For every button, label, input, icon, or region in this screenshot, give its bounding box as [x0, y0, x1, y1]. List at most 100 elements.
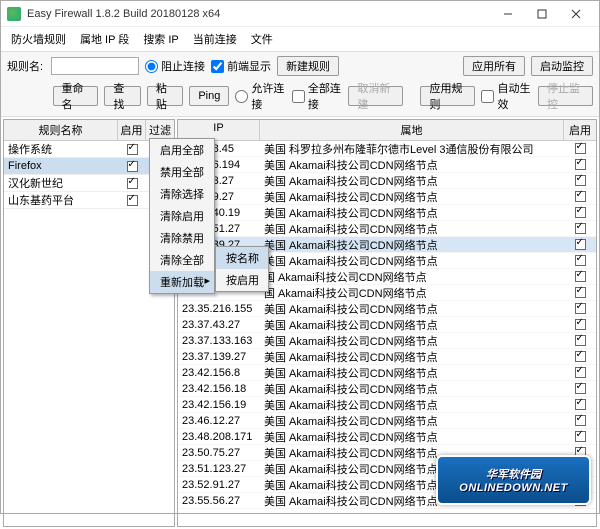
enable-checkbox[interactable] — [575, 255, 586, 266]
rename-button[interactable]: 重命名 — [53, 86, 99, 106]
ctx-item[interactable]: 清除选择 — [150, 183, 214, 205]
check-frontend[interactable]: 前端显示 — [211, 58, 271, 74]
radio-allow[interactable]: 允许连接 — [235, 80, 286, 112]
enable-checkbox[interactable] — [575, 175, 586, 186]
ctx-item[interactable]: 清除禁用 — [150, 227, 214, 249]
ctx-item[interactable]: 重新加载 — [150, 271, 214, 293]
ip-row[interactable]: 23.48.208.171 美国 Akamai科技公司CDN网络节点 — [178, 429, 596, 445]
enable-checkbox[interactable] — [575, 351, 586, 362]
enable-checkbox[interactable] — [127, 195, 138, 206]
ctx-item[interactable]: 清除启用 — [150, 205, 214, 227]
right-col-ip[interactable]: IP — [178, 120, 260, 140]
find-button[interactable]: 查找 — [104, 86, 141, 106]
enable-checkbox[interactable] — [575, 159, 586, 170]
ip-row[interactable]: 23.42.156.19 美国 Akamai科技公司CDN网络节点 — [178, 397, 596, 413]
ip-cell: 23.37.133.163 — [178, 335, 260, 347]
enable-checkbox[interactable] — [575, 143, 586, 154]
location-cell: 美国 Akamai科技公司CDN网络节点 — [260, 333, 564, 349]
new-rule-button[interactable]: 新建规则 — [277, 56, 339, 76]
enable-checkbox[interactable] — [575, 207, 586, 218]
ip-cell: 23.42.156.18 — [178, 383, 260, 395]
enable-checkbox[interactable] — [575, 399, 586, 410]
ip-cell: 23.48.208.171 — [178, 431, 260, 443]
enable-checkbox[interactable] — [575, 223, 586, 234]
enable-checkbox[interactable] — [575, 271, 586, 282]
left-col-filter[interactable]: 过滤 — [146, 120, 174, 140]
ip-cell: 23.52.91.27 — [178, 479, 260, 491]
start-monitor-button[interactable]: 启动监控 — [531, 56, 593, 76]
location-cell: 美国 科罗拉多州布隆菲尔德市Level 3通信股份有限公司 — [260, 141, 564, 157]
ip-row[interactable]: 23.3.96.194 美国 Akamai科技公司CDN网络节点 — [178, 157, 596, 173]
enable-checkbox[interactable] — [575, 303, 586, 314]
apply-all-button[interactable]: 应用所有 — [463, 56, 525, 76]
close-button[interactable] — [559, 3, 593, 25]
ip-row[interactable]: 8.7.198.45 美国 科罗拉多州布隆菲尔德市Level 3通信股份有限公司 — [178, 141, 596, 157]
location-cell: 美国 Akamai科技公司CDN网络节点 — [260, 221, 564, 237]
right-col-enable[interactable]: 启用 — [564, 120, 596, 140]
enable-checkbox[interactable] — [575, 191, 586, 202]
menu-file[interactable]: 文件 — [247, 29, 277, 49]
ip-row[interactable]: 23.4.240.19 美国 Akamai科技公司CDN网络节点 — [178, 205, 596, 221]
check-auto-effect[interactable]: 自动生效 — [481, 80, 532, 112]
ip-cell: 23.42.156.19 — [178, 399, 260, 411]
enable-checkbox[interactable] — [575, 367, 586, 378]
ip-row[interactable]: 23.37.43.27 美国 Akamai科技公司CDN网络节点 — [178, 317, 596, 333]
logo-line2: ONLINEDOWN.NET — [459, 482, 567, 494]
ip-row[interactable]: 23.37.139.27 美国 Akamai科技公司CDN网络节点 — [178, 349, 596, 365]
titlebar: Easy Firewall 1.8.2 Build 20180128 x64 — [1, 1, 599, 27]
enable-checkbox[interactable] — [575, 431, 586, 442]
window-title: Easy Firewall 1.8.2 Build 20180128 x64 — [27, 8, 491, 20]
ctx-item[interactable]: 清除全部 — [150, 249, 214, 271]
enable-checkbox[interactable] — [127, 144, 138, 155]
ip-row[interactable]: 23.35.216.155 美国 Akamai科技公司CDN网络节点 — [178, 301, 596, 317]
right-col-loc[interactable]: 属地 — [260, 120, 564, 140]
menu-firewall-rules[interactable]: 防火墙规则 — [7, 29, 70, 49]
minimize-button[interactable] — [491, 3, 525, 25]
menu-search-ip[interactable]: 搜索 IP — [139, 29, 182, 49]
rule-name: 山东基药平台 — [4, 192, 118, 208]
enable-checkbox[interactable] — [575, 383, 586, 394]
ip-row[interactable]: 23.4.59.27 美国 Akamai科技公司CDN网络节点 — [178, 189, 596, 205]
ip-cell: 23.37.139.27 — [178, 351, 260, 363]
location-cell: 美国 Akamai科技公司CDN网络节点 — [260, 205, 564, 221]
check-all-conn[interactable]: 全部连接 — [292, 80, 343, 112]
paste-button[interactable]: 粘贴 — [147, 86, 184, 106]
location-cell: 美国 Akamai科技公司CDN网络节点 — [260, 237, 564, 253]
rule-name: 汉化新世纪 — [4, 175, 118, 191]
enable-checkbox[interactable] — [127, 178, 138, 189]
left-col-name[interactable]: 规则名称 — [4, 120, 118, 140]
cancel-new-button[interactable]: 取消新建 — [348, 86, 403, 106]
menu-ip-segment[interactable]: 属地 IP 段 — [76, 29, 133, 49]
location-cell: 美国 Akamai科技公司CDN网络节点 — [260, 429, 564, 445]
left-col-enable[interactable]: 启用 — [118, 120, 146, 140]
enable-checkbox[interactable] — [575, 319, 586, 330]
enable-checkbox[interactable] — [575, 287, 586, 298]
ip-row[interactable]: 23.46.12.27 美国 Akamai科技公司CDN网络节点 — [178, 413, 596, 429]
ip-row[interactable]: 23.4.43.27 美国 Akamai科技公司CDN网络节点 — [178, 173, 596, 189]
apply-rule-button[interactable]: 应用规则 — [420, 86, 475, 106]
context-menu[interactable]: 启用全部禁用全部清除选择清除启用清除禁用清除全部重新加载 — [149, 138, 215, 294]
menu-current-conn[interactable]: 当前连接 — [189, 29, 241, 49]
ip-row[interactable]: 23.37.133.163 美国 Akamai科技公司CDN网络节点 — [178, 333, 596, 349]
ctx-item[interactable]: 启用全部 — [150, 139, 214, 161]
rule-name-input[interactable] — [51, 57, 139, 75]
context-submenu[interactable]: 按名称按启用 — [215, 246, 269, 292]
ctx-sub-item[interactable]: 按名称 — [216, 247, 268, 269]
maximize-button[interactable] — [525, 3, 559, 25]
watermark-logo: 华军软件园 ONLINEDOWN.NET — [436, 455, 591, 505]
stop-monitor-button[interactable]: 停止监控 — [538, 86, 593, 106]
enable-checkbox[interactable] — [127, 161, 138, 172]
location-cell: 美国 Akamai科技公司CDN网络节点 — [260, 253, 564, 269]
enable-checkbox[interactable] — [575, 239, 586, 250]
ip-row[interactable]: 23.42.156.8 美国 Akamai科技公司CDN网络节点 — [178, 365, 596, 381]
ping-button[interactable]: Ping — [189, 86, 229, 106]
ctx-item[interactable]: 禁用全部 — [150, 161, 214, 183]
ip-row[interactable]: 23.5.251.27 美国 Akamai科技公司CDN网络节点 — [178, 221, 596, 237]
enable-checkbox[interactable] — [575, 335, 586, 346]
ctx-sub-item[interactable]: 按启用 — [216, 269, 268, 291]
location-cell: 美国 Akamai科技公司CDN网络节点 — [260, 413, 564, 429]
ip-row[interactable]: 23.42.156.18 美国 Akamai科技公司CDN网络节点 — [178, 381, 596, 397]
rule-name: Firefox — [4, 160, 118, 172]
enable-checkbox[interactable] — [575, 415, 586, 426]
radio-block[interactable]: 阻止连接 — [145, 58, 205, 74]
